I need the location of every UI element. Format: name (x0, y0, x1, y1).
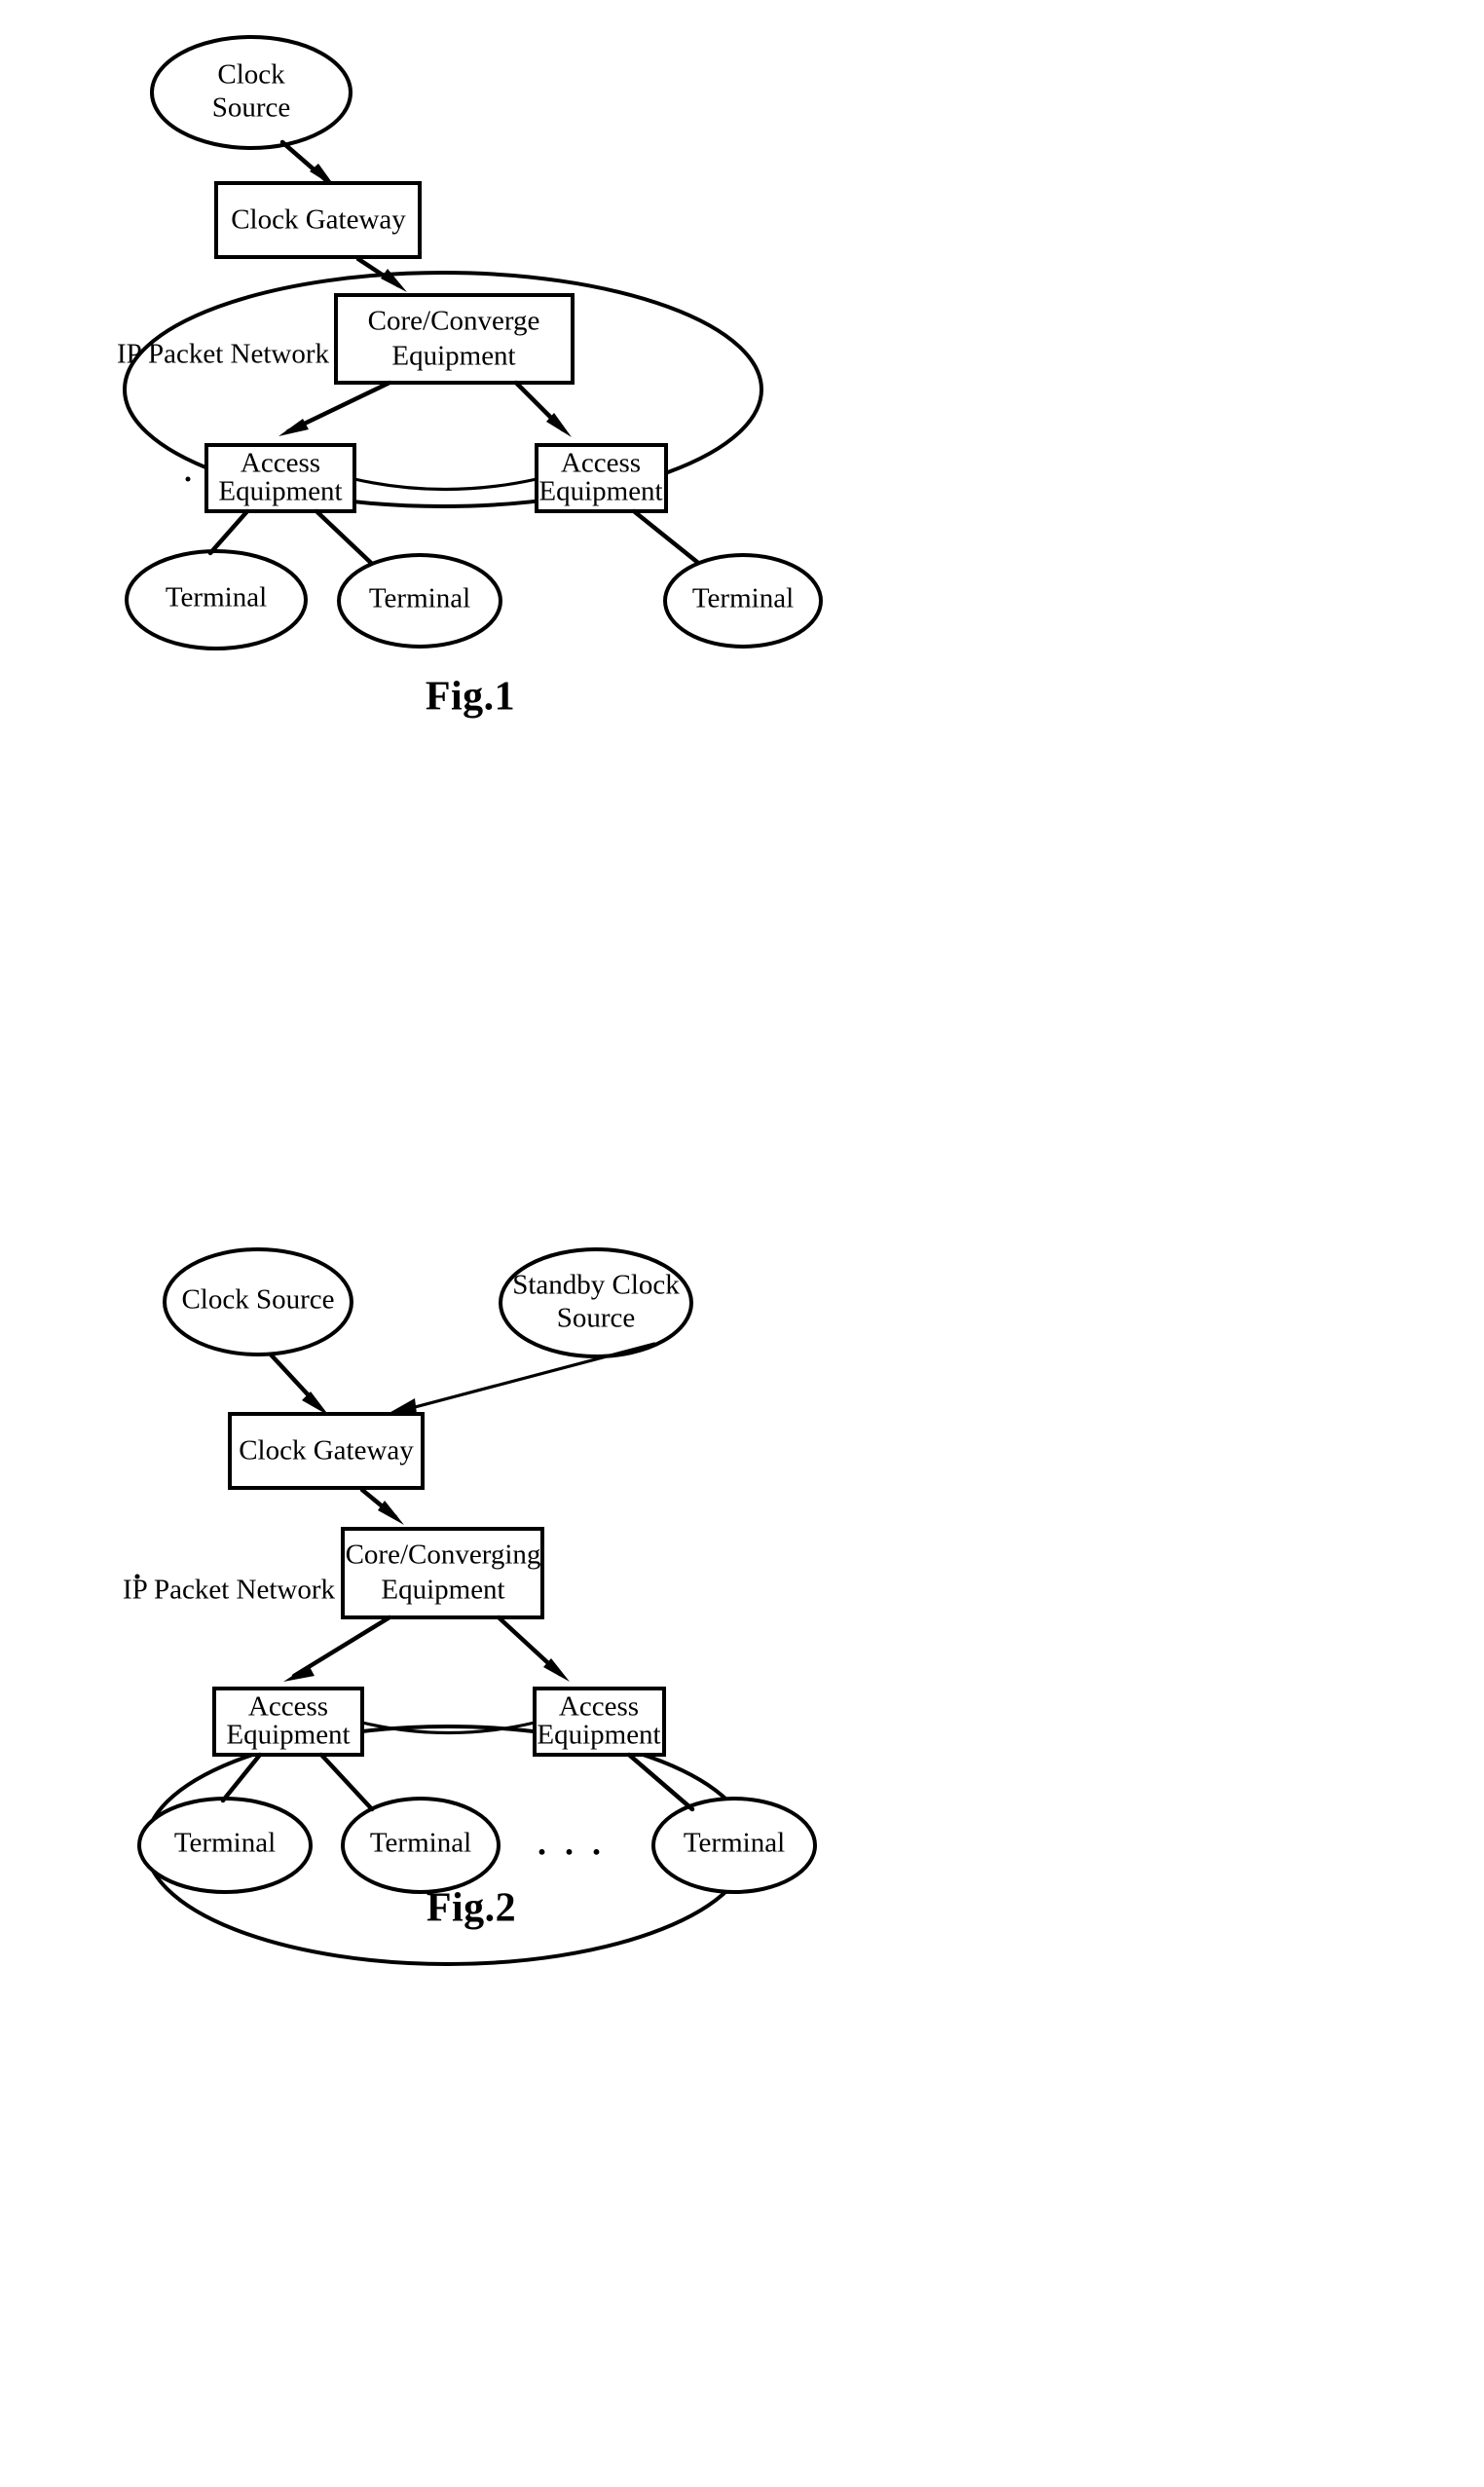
access-equipment-right-label-line2: Equipment (538, 476, 662, 507)
access-equipment-right-label-line2: Equipment (537, 1720, 660, 1751)
edge-standbyclocksource-to-gateway (398, 1342, 656, 1413)
drawing-sheet: Clock Source Clock Gateway Core/Converge… (0, 0, 1484, 2487)
ip-packet-network-label: IP Packet Network (117, 339, 329, 370)
terminal-1-label: Terminal (174, 1828, 276, 1859)
terminal-1-label: Terminal (166, 582, 267, 613)
edge-accessright-to-terminal3 (631, 508, 701, 566)
arrowhead-core-to-access-left (283, 1665, 315, 1682)
edge-accessleft-to-terminal1 (207, 508, 250, 556)
access-equipment-left-label-line1: Access (241, 448, 320, 479)
edge-accessleft-to-terminal2 (314, 508, 374, 566)
clock-gateway-label: Clock Gateway (231, 204, 406, 236)
terminal-2-label: Terminal (370, 1828, 471, 1859)
figure-1: Clock Source Clock Gateway Core/Converge… (117, 35, 823, 720)
ip-packet-network-label: IP Packet Network (123, 1575, 335, 1606)
access-equipment-left-label-line1: Access (248, 1691, 328, 1723)
figure-1-caption: Fig.1 (426, 675, 515, 720)
access-equipment-left-label-line2: Equipment (218, 476, 342, 507)
clock-source-label-line1: Clock (217, 59, 285, 91)
clock-source-label-line2: Source (212, 93, 291, 124)
terminal-3-label: Terminal (692, 583, 794, 614)
figure-2: Clock Source Standby Clock Source Clock … (123, 1247, 817, 1966)
access-equipment-left-label-line2: Equipment (226, 1720, 350, 1751)
arrowhead-core-to-access-left (278, 419, 309, 436)
core-equipment-label-line2: Equipment (381, 1575, 504, 1606)
edge-access-left-to-access-right (352, 477, 538, 492)
core-equipment-label-line2: Equipment (391, 341, 515, 372)
access-equipment-right-label-line1: Access (561, 448, 641, 479)
terminal-ellipsis-label: . . . (538, 1823, 606, 1862)
access-equipment-right-label-line1: Access (559, 1691, 639, 1723)
clock-source-label: Clock Source (181, 1284, 334, 1316)
terminal-3-label: Terminal (684, 1828, 785, 1859)
scan-speck (134, 1574, 140, 1579)
scan-speck (185, 476, 191, 482)
edge-accessleft-to-terminal2 (318, 1752, 375, 1812)
standby-clock-source-label-line1: Standby Clock (512, 1270, 680, 1301)
core-equipment-label-line1: Core/Converging (346, 1540, 541, 1571)
figure-2-caption: Fig.2 (427, 1886, 516, 1931)
clock-gateway-label: Clock Gateway (239, 1435, 414, 1466)
standby-clock-source-label-line2: Source (557, 1303, 636, 1334)
terminal-2-label: Terminal (369, 583, 470, 614)
core-equipment-label-line1: Core/Converge (368, 306, 540, 337)
